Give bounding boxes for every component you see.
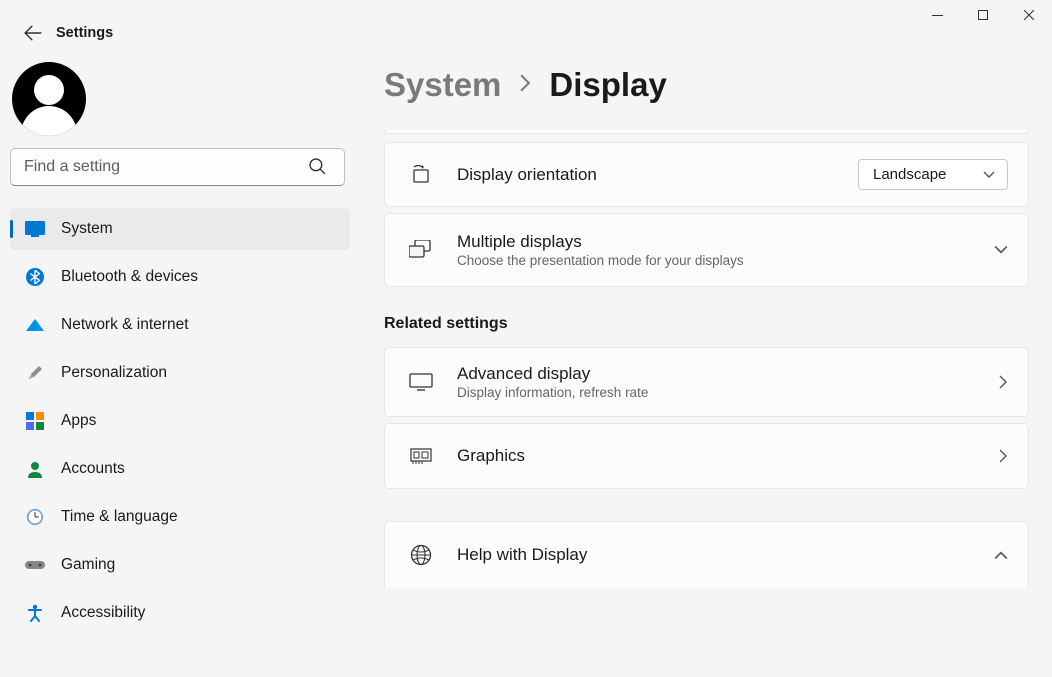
chevron-up-icon — [994, 550, 1008, 560]
breadcrumb: System Display — [384, 66, 1042, 104]
sidebar-item-label: Time & language — [61, 508, 178, 526]
sidebar: System Bluetooth & devices Network & int… — [0, 48, 360, 677]
card-subtitle: Choose the presentation mode for your di… — [457, 253, 994, 268]
multiple-displays-card[interactable]: Multiple displays Choose the presentatio… — [384, 213, 1029, 287]
chevron-right-icon — [998, 449, 1008, 463]
sidebar-item-label: Accessibility — [61, 604, 145, 622]
minimize-button[interactable] — [914, 0, 960, 30]
clock-icon — [25, 507, 45, 527]
bluetooth-icon — [25, 267, 45, 287]
advanced-display-card[interactable]: Advanced display Display information, re… — [384, 347, 1029, 417]
arrow-left-icon — [24, 24, 42, 42]
displays-icon — [407, 240, 435, 260]
card-title: Display orientation — [457, 165, 858, 185]
app-title: Settings — [56, 25, 113, 41]
close-icon — [1024, 10, 1034, 20]
sidebar-item-label: Personalization — [61, 364, 167, 382]
sidebar-item-accessibility[interactable]: Accessibility — [10, 592, 350, 634]
search-input[interactable] — [10, 148, 345, 186]
section-related-settings: Related settings — [384, 315, 1042, 333]
sidebar-item-label: Accounts — [61, 460, 125, 478]
sidebar-item-label: System — [61, 220, 113, 238]
orientation-icon — [407, 165, 435, 185]
graphics-card[interactable]: Graphics — [384, 423, 1029, 489]
minimize-icon — [932, 10, 943, 21]
wifi-icon — [25, 315, 45, 335]
orientation-dropdown[interactable]: Landscape — [858, 159, 1008, 190]
chevron-down-icon — [983, 171, 995, 179]
sidebar-item-system[interactable]: System — [10, 208, 350, 250]
previous-card-cutoff — [384, 130, 1029, 134]
apps-icon — [25, 411, 45, 431]
gamepad-icon — [25, 555, 45, 575]
card-title: Help with Display — [457, 545, 994, 565]
maximize-icon — [978, 10, 988, 20]
chevron-right-icon — [998, 375, 1008, 389]
sidebar-item-time[interactable]: Time & language — [10, 496, 350, 538]
dropdown-value: Landscape — [873, 166, 946, 183]
monitor-icon — [25, 219, 45, 239]
card-title: Multiple displays — [457, 232, 994, 252]
display-orientation-card[interactable]: Display orientation Landscape — [384, 142, 1029, 207]
globe-icon — [407, 544, 435, 566]
breadcrumb-parent[interactable]: System — [384, 66, 501, 104]
sidebar-item-label: Bluetooth & devices — [61, 268, 198, 286]
avatar[interactable] — [12, 62, 86, 136]
page-title: Display — [549, 66, 666, 104]
sidebar-item-label: Network & internet — [61, 316, 189, 334]
accessibility-icon — [25, 603, 45, 623]
card-title: Graphics — [457, 446, 998, 466]
monitor-outline-icon — [407, 372, 435, 392]
person-icon — [25, 459, 45, 479]
sidebar-item-gaming[interactable]: Gaming — [10, 544, 350, 586]
back-button[interactable] — [17, 17, 49, 49]
gpu-icon — [407, 447, 435, 465]
sidebar-item-bluetooth[interactable]: Bluetooth & devices — [10, 256, 350, 298]
maximize-button[interactable] — [960, 0, 1006, 30]
sidebar-item-network[interactable]: Network & internet — [10, 304, 350, 346]
chevron-right-icon — [519, 72, 531, 98]
close-button[interactable] — [1006, 0, 1052, 30]
card-title: Advanced display — [457, 364, 998, 384]
paintbrush-icon — [25, 363, 45, 383]
sidebar-item-label: Gaming — [61, 556, 115, 574]
sidebar-item-personalization[interactable]: Personalization — [10, 352, 350, 394]
help-with-display-card[interactable]: Help with Display — [384, 521, 1029, 588]
sidebar-item-label: Apps — [61, 412, 96, 430]
sidebar-item-accounts[interactable]: Accounts — [10, 448, 350, 490]
main-content: System Display Display orientation Lands… — [360, 48, 1052, 677]
sidebar-item-apps[interactable]: Apps — [10, 400, 350, 442]
chevron-down-icon — [994, 245, 1008, 255]
search-icon — [308, 157, 326, 180]
card-subtitle: Display information, refresh rate — [457, 385, 998, 400]
